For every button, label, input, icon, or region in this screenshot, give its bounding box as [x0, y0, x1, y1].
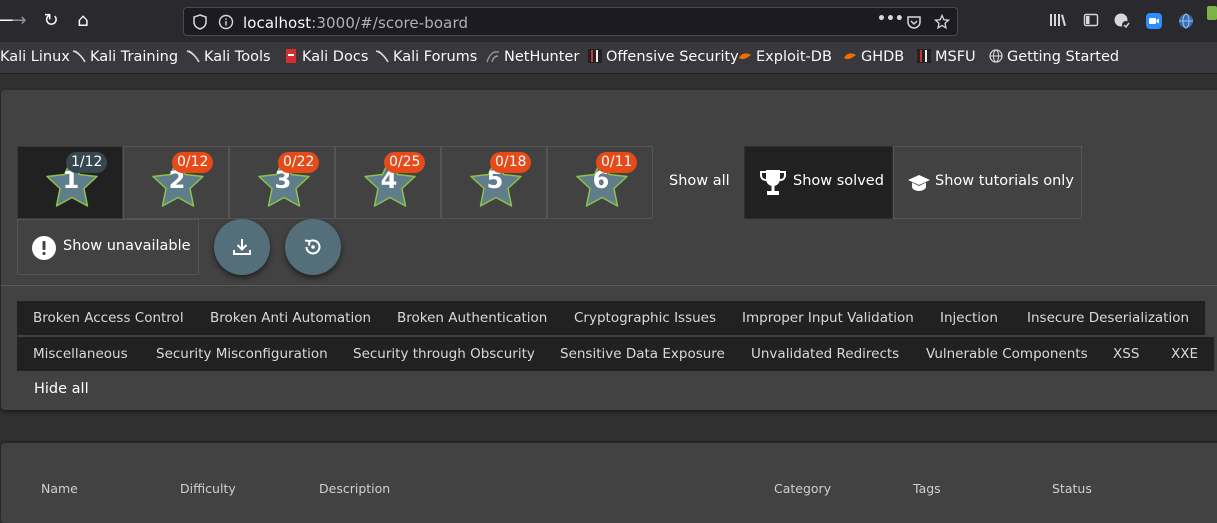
category-chip[interactable]: Improper Input Validation	[726, 301, 931, 335]
offsec-icon	[588, 49, 602, 63]
download-progress-button[interactable]	[214, 219, 270, 275]
bookmark-msfu[interactable]: MSFU	[917, 49, 976, 67]
show-tutorials-label: Show tutorials only	[935, 173, 1074, 189]
category-chip[interactable]: Unvalidated Redirects	[735, 337, 917, 371]
bookmark-kali-docs[interactable]: Kali Docs	[284, 49, 368, 67]
library-icon[interactable]	[1049, 12, 1067, 30]
progress-badge: 0/25	[384, 152, 426, 173]
score-board-page: 1 1/12 2 0/12 3 0/22 4 0/25 5 0/18 6 0/1…	[0, 75, 1217, 523]
url-bar[interactable]: localhost:3000/#/score-board •••	[183, 7, 958, 36]
filter-card: 1 1/12 2 0/12 3 0/22 4 0/25 5 0/18 6 0/1…	[1, 90, 1217, 410]
home-icon[interactable]: ⌂	[72, 10, 94, 32]
bookmarks-toolbar: Kali Linux Kali Training Kali Tools Kali…	[0, 42, 1217, 74]
bookmark-offensive-security[interactable]: Offensive Security	[588, 49, 739, 67]
progress-badge: 0/18	[490, 152, 532, 173]
column-header-status[interactable]: Status	[1052, 481, 1092, 496]
column-header-description[interactable]: Description	[319, 481, 390, 496]
category-chip[interactable]: Broken Authentication	[381, 301, 565, 335]
progress-badge: 1/12	[66, 152, 108, 173]
bookmark-exploit-db[interactable]: Exploit-DB	[738, 49, 832, 67]
nethunter-icon	[486, 51, 500, 63]
progress-badge: 0/12	[172, 152, 214, 173]
category-chip[interactable]: XSS	[1097, 337, 1157, 371]
bookmark-star-icon[interactable]	[933, 13, 951, 30]
category-chip[interactable]: Vulnerable Components	[910, 337, 1105, 371]
progress-badge: 0/11	[596, 152, 638, 173]
bookmark-kali-training[interactable]: Kali Training	[72, 49, 178, 67]
download-icon	[233, 239, 251, 255]
trophy-icon	[760, 170, 786, 195]
show-all-button[interactable]: Show all	[669, 173, 730, 189]
shield-icon[interactable]	[192, 14, 208, 30]
offsec-icon	[917, 49, 931, 63]
bookmark-kali-forums[interactable]: Kali Forums	[375, 49, 477, 67]
exploitdb-icon	[739, 53, 751, 60]
column-header-name[interactable]: Name	[41, 481, 78, 496]
category-chip[interactable]: Sensitive Data Exposure	[544, 337, 742, 371]
hide-all-button[interactable]: Hide all	[34, 381, 89, 397]
column-header-category[interactable]: Category	[774, 481, 831, 496]
difficulty-3-button[interactable]: 3 0/22	[229, 146, 335, 219]
category-chip[interactable]: Miscellaneous	[17, 337, 145, 371]
forward-icon[interactable]: →	[8, 10, 30, 32]
globe-icon	[989, 49, 1003, 63]
category-chip[interactable]: Broken Access Control	[17, 301, 201, 335]
divider	[1, 285, 1217, 286]
restore-progress-button[interactable]	[285, 219, 341, 275]
show-unavailable-button[interactable]: Show unavailable	[17, 219, 199, 275]
bookmark-kali-linux[interactable]: Kali Linux	[0, 49, 70, 67]
show-solved-label: Show solved	[793, 173, 884, 189]
globe-extension-icon[interactable]	[1177, 12, 1195, 30]
url-text[interactable]: localhost:3000/#/score-board	[243, 14, 468, 32]
column-header-difficulty[interactable]: Difficulty	[180, 481, 236, 496]
browser-toolbar: ⟵ → ↻ ⌂ localhost:3000/#/score-board •••	[0, 0, 1217, 42]
kali-icon	[375, 50, 389, 63]
bookmark-ghdb[interactable]: GHDB	[843, 49, 904, 67]
difficulty-4-button[interactable]: 4 0/25	[335, 146, 441, 219]
kali-icon	[186, 50, 200, 63]
category-chip[interactable]: Injection	[924, 301, 1015, 335]
page-actions-icon[interactable]: •••	[877, 11, 904, 27]
difficulty-6-button[interactable]: 6 0/11	[547, 146, 653, 219]
extension-badge-icon[interactable]	[1207, 6, 1217, 24]
show-unavailable-label: Show unavailable	[63, 238, 191, 254]
kali-icon	[72, 50, 86, 63]
pocket-icon[interactable]	[906, 14, 922, 30]
bookmark-kali-tools[interactable]: Kali Tools	[186, 49, 271, 67]
extension-icon[interactable]	[1113, 12, 1131, 30]
category-chip[interactable]: Broken Anti Automation	[194, 301, 389, 335]
exclamation-icon	[32, 236, 56, 260]
bookmark-nethunter[interactable]: NetHunter	[486, 49, 579, 67]
sidebar-icon[interactable]	[1082, 12, 1100, 30]
difficulty-5-button[interactable]: 5 0/18	[441, 146, 547, 219]
category-chip[interactable]: XXE	[1155, 337, 1216, 371]
category-chip[interactable]: Cryptographic Issues	[558, 301, 734, 335]
restore-icon	[304, 239, 321, 255]
reload-icon[interactable]: ↻	[40, 10, 62, 32]
progress-badge: 0/22	[278, 152, 320, 173]
zoom-extension-icon[interactable]	[1145, 12, 1163, 30]
difficulty-1-button[interactable]: 1 1/12	[17, 146, 123, 219]
show-solved-button[interactable]: Show solved	[744, 146, 893, 219]
ghdb-icon	[844, 53, 856, 60]
category-chip[interactable]: Insecure Deserialization	[1011, 301, 1207, 335]
graduation-cap-icon	[908, 175, 930, 191]
column-header-tags[interactable]: Tags	[913, 481, 941, 496]
category-chip[interactable]: Security Misconfiguration	[140, 337, 345, 371]
bookmark-getting-started[interactable]: Getting Started	[989, 49, 1119, 67]
show-tutorials-button[interactable]: Show tutorials only	[893, 146, 1082, 219]
info-icon[interactable]	[218, 14, 234, 30]
category-chip[interactable]: Security through Obscurity	[337, 337, 552, 371]
difficulty-2-button[interactable]: 2 0/12	[123, 146, 229, 219]
kali-docs-icon	[286, 49, 296, 63]
